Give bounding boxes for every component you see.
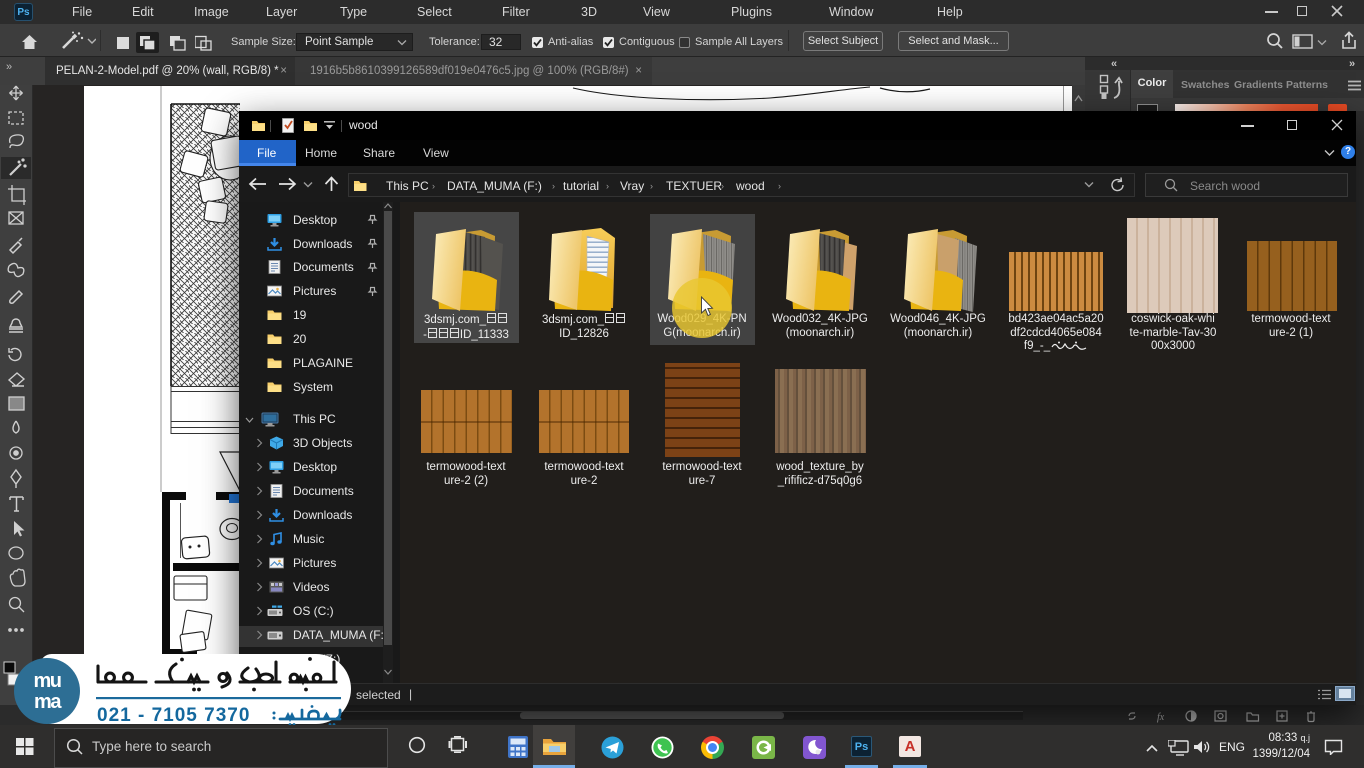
svg-text:mu: mu [34, 670, 61, 692]
svg-text:ma: ma [34, 691, 62, 713]
svg-text:fx: fx [1157, 712, 1165, 723]
svg-text:021 - 7105 7370: 021 - 7105 7370 [97, 705, 250, 726]
